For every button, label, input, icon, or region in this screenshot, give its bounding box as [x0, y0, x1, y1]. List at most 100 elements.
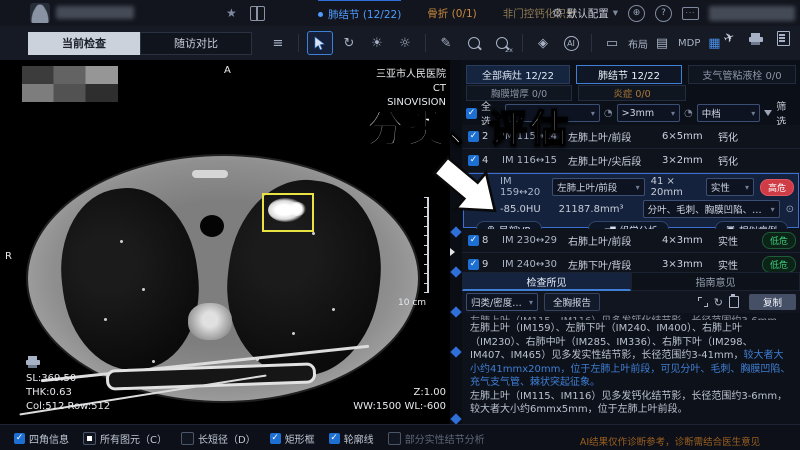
reset-rotate-icon[interactable]: ↻ — [337, 32, 361, 54]
findings-text[interactable]: 左肺上叶（IM115、IM116）见多发钙化结节影，长径范围约3-6mm，较大者… — [462, 313, 800, 424]
help-icon[interactable]: ? — [655, 5, 672, 22]
chevron-down-icon: ▾ — [613, 7, 618, 19]
ct-sternum — [192, 170, 228, 178]
slice-info: SL:369.50 THK:0.63 Col:512 Row:512 — [26, 372, 110, 414]
slice-thickness: THK:0.63 — [26, 386, 110, 400]
risk-filter-dropdown[interactable]: 中档▾ — [697, 104, 760, 122]
mpr-cube-icon[interactable]: ◈ — [531, 32, 555, 54]
print-icon[interactable] — [749, 33, 763, 45]
chevron-down-icon: ▾ — [671, 109, 675, 118]
funnel-icon[interactable] — [764, 110, 772, 116]
row-number: 9 — [482, 259, 502, 270]
checkbox-subsolid-analysis[interactable]: 部分实性结节分析 — [388, 431, 485, 446]
row-density: 钙化 — [718, 129, 762, 144]
slice-marker-icon[interactable] — [450, 413, 461, 424]
measure-icon[interactable]: ✎ — [434, 32, 458, 54]
checkbox-contour[interactable]: ✓轮廓线 — [329, 431, 374, 446]
copy-button[interactable]: 复制 — [749, 294, 796, 310]
matrix-size: Col:512 Row:512 — [26, 400, 110, 414]
row-size: 6×5mm — [662, 131, 718, 142]
list-icon[interactable]: ≡ — [266, 32, 290, 54]
modality-label: CT — [376, 82, 446, 96]
user-avatar[interactable] — [30, 3, 50, 23]
tab-mucus-plug[interactable]: 支气管粘液栓 0/0 — [688, 65, 796, 84]
row-im: IM 116↔15 — [502, 155, 568, 166]
risk-badge: 低危 — [762, 256, 796, 273]
risk-badge: 高危 — [760, 179, 794, 196]
clipboard-icon[interactable] — [729, 296, 739, 308]
selected-volume: 21187.8mm³ — [559, 204, 637, 215]
report-icon[interactable] — [777, 31, 790, 46]
contrast-icon[interactable]: ☼ — [393, 32, 417, 54]
tab-lung-nodule[interactable]: 肺结节 (12/22) — [318, 0, 401, 27]
gauge-icon: ◔ — [604, 108, 613, 119]
star-icon[interactable]: ★ — [226, 5, 237, 21]
filter-label[interactable]: 筛选 — [776, 98, 796, 128]
nodule-row[interactable]: ✓ 8 IM 230↔29 右肺上叶/前段 4×3mm 实性 低危 — [462, 229, 800, 253]
checkbox-corner-info[interactable]: ✓四角信息 — [14, 431, 69, 446]
full-chest-report-button[interactable]: 全胸报告 — [544, 293, 600, 311]
checkbox-axes[interactable]: 长短径（D） — [181, 431, 256, 446]
size-filter-dropdown[interactable]: >3mm▾ — [617, 104, 680, 122]
patient-name-redacted — [56, 6, 134, 19]
globe-icon[interactable]: ⊕ — [628, 5, 645, 22]
chevron-down-icon: ▾ — [591, 109, 595, 118]
panel-toggle-icon[interactable] — [250, 6, 265, 21]
location-dropdown[interactable]: 左肺上叶/前段▾ — [552, 178, 645, 196]
current-slice-pointer-icon — [450, 248, 455, 256]
divider — [522, 34, 523, 52]
cursor-arrow — [314, 36, 326, 50]
cursor-tool-icon[interactable] — [307, 31, 333, 55]
ai-tool-icon[interactable]: AI — [559, 32, 583, 54]
selected-nodule-row[interactable]: IM 159↔20 左肺上叶/前段▾ 41 × 20mm 实性▾ 高危 -85.… — [463, 173, 799, 228]
magnifier-icon[interactable] — [462, 32, 486, 54]
tab-followup-compare[interactable]: 随访对比 — [140, 32, 252, 55]
toolbar-right-actions: ✈ — [724, 31, 790, 46]
checkbox-all-graphics[interactable]: 所有图元（C） — [83, 431, 167, 446]
tab-inflammation[interactable]: 炎症 0/0 — [578, 85, 686, 101]
clipped-text-line: 左肺上叶（IM115、IM116）见多发钙化结节影，长径范围约3-6mm，较大者… — [470, 315, 792, 320]
send-icon[interactable]: ✈ — [722, 30, 737, 48]
tab-guideline[interactable]: 指南意见 — [631, 272, 800, 291]
ai-disclaimer: AI结果仅作诊断参考，诊断需结合医生意见 — [545, 434, 795, 448]
patient-info-redacted — [22, 66, 118, 102]
user-info-redacted — [709, 6, 795, 21]
chat-icon[interactable]: ··· — [682, 7, 699, 20]
tab-all-lesions[interactable]: 全部病灶 12/22 — [466, 65, 570, 84]
divider — [591, 34, 592, 52]
series-print-icon[interactable] — [26, 356, 40, 368]
row-density: 实性 — [718, 257, 762, 272]
expand-icon[interactable] — [698, 297, 708, 307]
signs-dropdown[interactable]: 分叶、毛刺、胸膜凹陷、…▾ — [643, 200, 780, 218]
checkbox-rect-box[interactable]: ✓矩形框 — [270, 431, 315, 446]
tab-lung-nodules[interactable]: 肺结节 12/22 — [576, 65, 682, 84]
stack-icon[interactable]: ▤ — [650, 32, 674, 54]
nodule-bounding-box[interactable] — [262, 193, 314, 232]
row-im: IM 230↔29 — [502, 235, 568, 246]
ct-spine — [188, 303, 232, 340]
slice-marker-icon[interactable] — [450, 266, 461, 277]
density-dropdown[interactable]: 实性▾ — [706, 178, 754, 196]
layout-icon[interactable]: ▭ — [600, 32, 624, 54]
row-im: IM 240↔30 — [502, 259, 568, 270]
refresh-icon[interactable]: ↻ — [714, 296, 723, 309]
chevron-down-icon: ▾ — [745, 183, 749, 192]
magnifier-2x-icon[interactable]: 2x — [490, 32, 514, 54]
row-checkbox[interactable]: ✓ — [468, 259, 479, 270]
classify-density-dropdown[interactable]: 归类/密度…▾ — [466, 293, 538, 311]
display-option-checkboxes: ✓四角信息 所有图元（C） 长短径（D） ✓矩形框 ✓轮廓线 部分实性结节分析 — [14, 431, 485, 446]
row-location: 左肺上叶/尖后段 — [568, 153, 662, 168]
target-circle-icon[interactable]: ⊙ — [786, 204, 794, 215]
tab-findings[interactable]: 检查所见 — [462, 272, 631, 291]
config-dropdown[interactable]: ⚙ 默认配置 ▾ — [552, 6, 618, 21]
slice-marker-icon[interactable] — [450, 226, 461, 237]
tab-fracture[interactable]: 骨折 (0/1) — [427, 0, 476, 26]
slice-marker-icon[interactable] — [450, 306, 461, 317]
brightness-icon[interactable]: ☀ — [365, 32, 389, 54]
tab-current-study[interactable]: 当前检查 — [28, 32, 140, 55]
slice-marker-icon[interactable] — [450, 346, 461, 357]
row-checkbox[interactable]: ✓ — [468, 235, 479, 246]
window-level: WW:1500 WL:-600 — [353, 400, 446, 414]
orientation-left-marker: R — [5, 250, 12, 264]
mdp-label[interactable]: MDP — [678, 38, 700, 49]
